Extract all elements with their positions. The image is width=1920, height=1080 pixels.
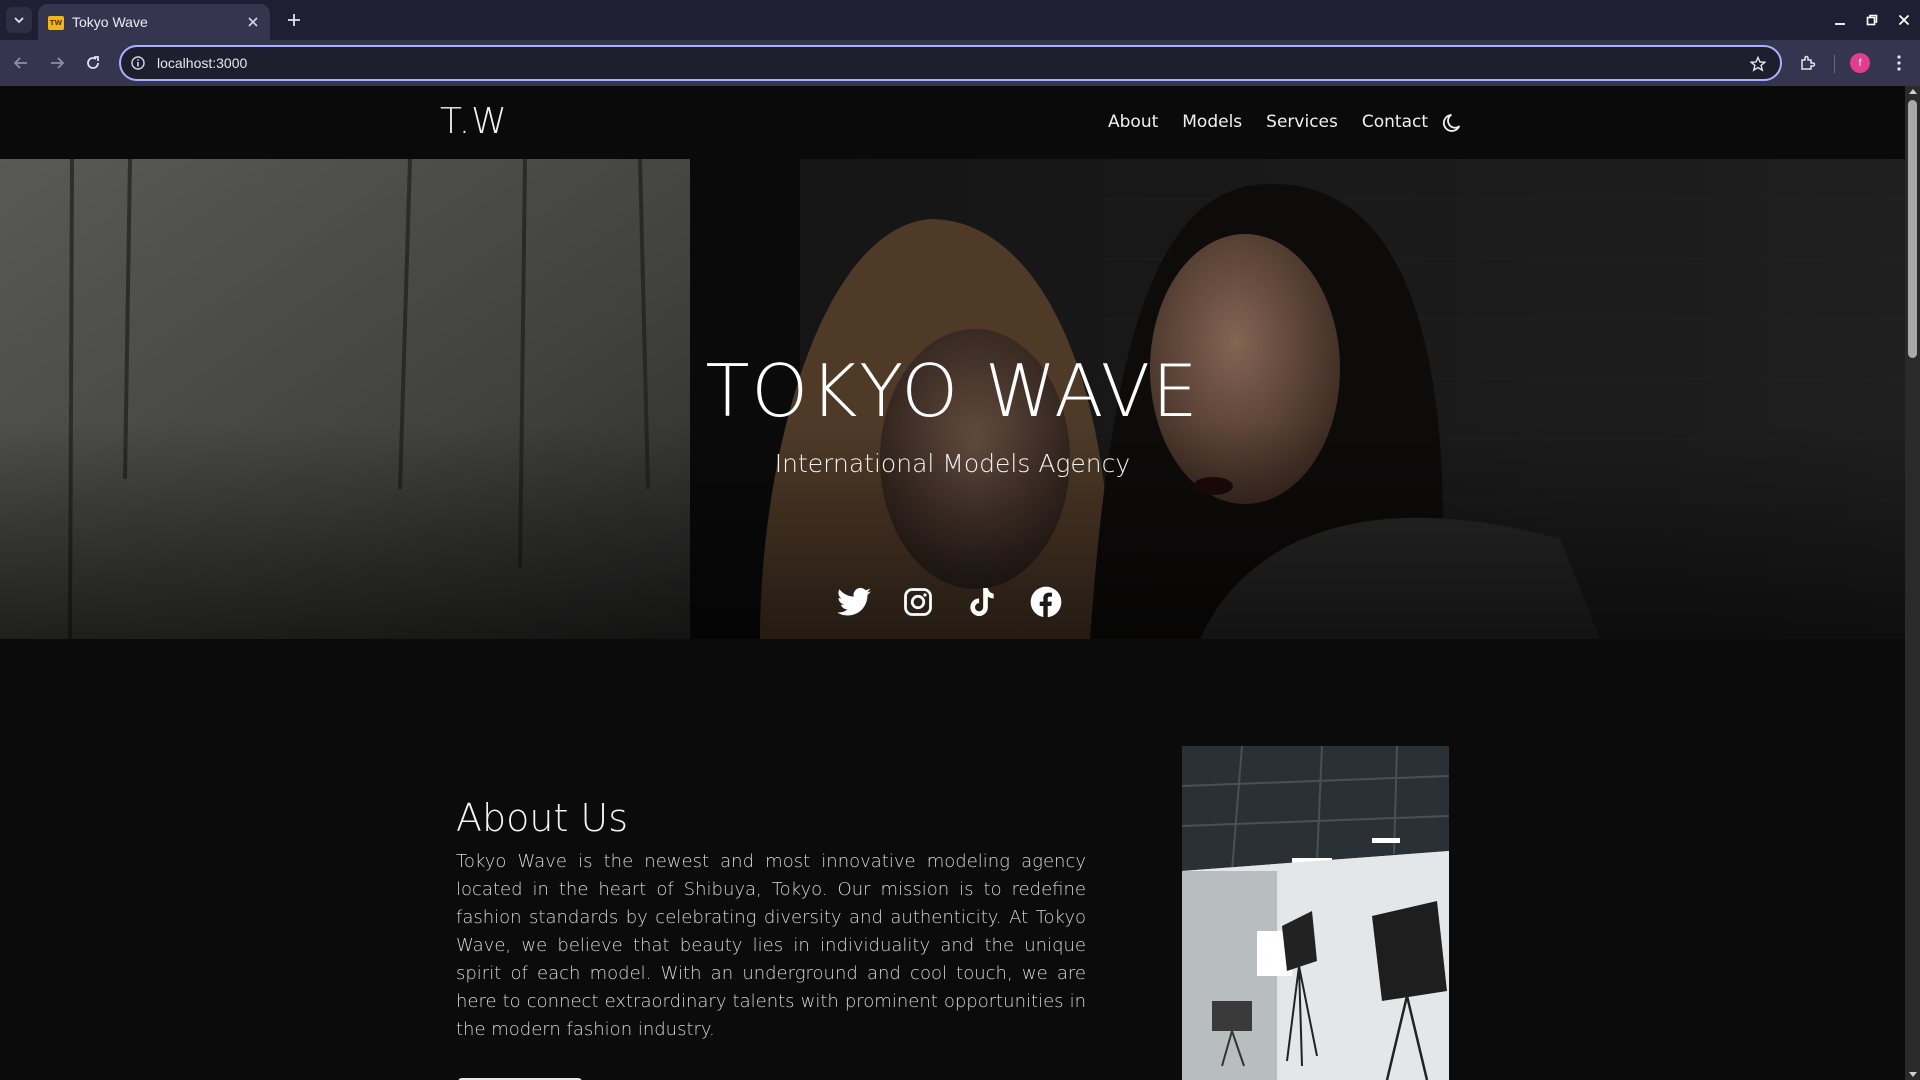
back-button[interactable] (9, 51, 33, 75)
restore-icon (1866, 14, 1878, 26)
tab-search-button[interactable] (6, 7, 32, 33)
twitter-link[interactable] (835, 583, 873, 621)
close-icon (1898, 14, 1910, 26)
studio-photo (1182, 746, 1449, 1080)
info-icon (131, 56, 145, 70)
site-info-icon[interactable] (130, 55, 146, 71)
browser-toolbar: localhost:3000 f (0, 40, 1920, 86)
moon-icon (1442, 114, 1460, 132)
social-links (835, 583, 1065, 621)
scrollbar-thumb[interactable] (1908, 100, 1917, 358)
tab-close-button[interactable] (244, 13, 262, 31)
forward-button[interactable] (45, 51, 69, 75)
hero-section: TOKYO WAVE International Models Agency (0, 159, 1905, 639)
minimize-button[interactable] (1824, 0, 1856, 40)
window-controls (1824, 0, 1920, 40)
tab-favicon: TW (48, 16, 64, 30)
address-bar[interactable]: localhost:3000 (119, 45, 1782, 81)
chevron-down-icon (14, 17, 24, 24)
more-vertical-icon (1897, 55, 1901, 71)
hero-subtitle: International Models Agency (774, 449, 1131, 478)
restore-button[interactable] (1856, 0, 1888, 40)
hero-title: TOKYO WAVE (705, 349, 1200, 433)
tiktok-link[interactable] (963, 583, 1001, 621)
tiktok-icon (970, 588, 994, 616)
new-tab-button[interactable] (282, 8, 306, 32)
instagram-icon (904, 588, 932, 616)
url-text[interactable]: localhost:3000 (157, 55, 247, 71)
theme-toggle-button[interactable] (1440, 110, 1466, 136)
nav-link-services[interactable]: Services (1266, 112, 1338, 132)
about-text: Tokyo Wave is the newest and most innova… (456, 851, 1086, 1040)
nav-link-models[interactable]: Models (1182, 112, 1242, 132)
site-logo[interactable]: T.W (440, 101, 508, 142)
about-heading: About Us (456, 796, 629, 840)
star-icon (1750, 56, 1766, 72)
nav-link-contact[interactable]: Contact (1362, 112, 1428, 132)
arrow-left-icon (13, 57, 27, 69)
browser-menu-button[interactable] (1887, 51, 1911, 75)
facebook-icon (1030, 586, 1062, 618)
arrow-right-icon (51, 57, 65, 69)
site-header: T.W About Models Services Contact (0, 86, 1905, 159)
page-scrollbar[interactable] (1905, 86, 1920, 1080)
plus-icon (288, 14, 300, 26)
reload-button[interactable] (81, 51, 105, 75)
bookmark-button[interactable] (1748, 54, 1768, 74)
reload-icon (87, 56, 99, 69)
close-icon (248, 17, 258, 27)
puzzle-icon (1801, 55, 1816, 70)
scroll-up-arrow-icon[interactable] (1909, 89, 1917, 94)
browser-tab-strip: TW Tokyo Wave (0, 0, 1920, 40)
extensions-button[interactable] (1796, 51, 1820, 75)
scroll-down-arrow-icon[interactable] (1909, 1072, 1917, 1077)
close-window-button[interactable] (1888, 0, 1920, 40)
facebook-link[interactable] (1027, 583, 1065, 621)
about-section: About Us Tokyo Wave is the newest and mo… (0, 639, 1905, 1080)
toolbar-divider (1834, 55, 1835, 73)
page-viewport: T.W About Models Services Contact TOKYO … (0, 86, 1905, 1080)
tab-title: Tokyo Wave (72, 14, 148, 30)
twitter-icon (837, 587, 871, 616)
browser-tab-active[interactable]: TW Tokyo Wave (38, 4, 270, 40)
studio-image (1182, 746, 1449, 1080)
instagram-link[interactable] (899, 583, 937, 621)
profile-avatar[interactable]: f (1850, 53, 1870, 73)
minimize-icon (1835, 23, 1845, 25)
nav-link-about[interactable]: About (1108, 112, 1158, 132)
site-nav: About Models Services Contact (1108, 112, 1428, 132)
